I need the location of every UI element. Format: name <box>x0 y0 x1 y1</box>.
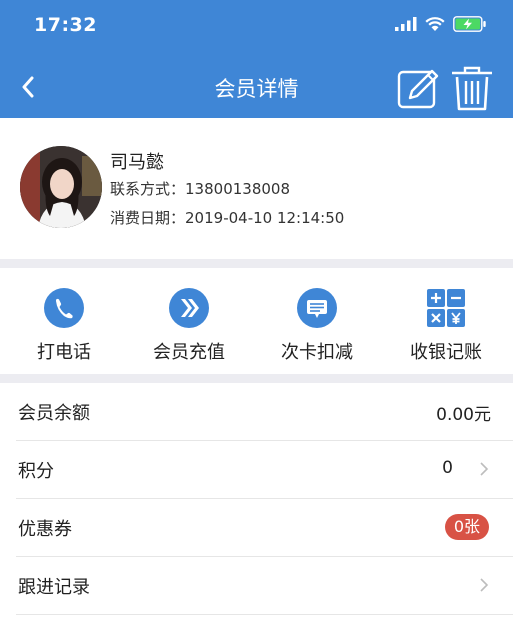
recharge-button[interactable]: 会员充值 <box>125 268 253 374</box>
recharge-icon <box>169 288 209 328</box>
chevron-right-icon <box>480 578 489 592</box>
delete-button[interactable] <box>450 66 494 112</box>
coupon-count-badge: 0张 <box>444 514 489 540</box>
followup-label: 跟进记录 <box>18 577 90 598</box>
chevron-right-icon <box>480 462 489 476</box>
status-icons <box>395 16 487 32</box>
points-label: 积分 <box>18 461 54 482</box>
battery-charging-icon <box>453 16 486 32</box>
nav-header: 17:32 会员详情 <box>0 0 513 118</box>
signal-icon <box>395 17 417 31</box>
balance-value: 0.00元 <box>436 405 491 425</box>
coupons-label: 优惠券 <box>18 519 72 540</box>
avatar-photo <box>20 146 102 228</box>
date-label: 消费日期： <box>110 209 186 227</box>
trash-icon <box>452 66 492 111</box>
card-deduct-icon <box>297 288 337 328</box>
avatar <box>20 146 102 228</box>
phone-icon <box>44 288 84 328</box>
cashier-label: 收银记账 <box>410 342 482 363</box>
phone-number: 13800138008 <box>185 180 290 198</box>
contact-info: 联系方式：13800138008 <box>110 178 290 199</box>
card-deduct-label: 次卡扣减 <box>281 342 353 363</box>
member-profile-card: 司马懿 联系方式：13800138008 消费日期：2019-04-10 12:… <box>0 118 513 259</box>
call-label: 打电话 <box>37 342 91 363</box>
calculator-icon <box>427 289 465 327</box>
contact-label: 联系方式： <box>110 180 186 198</box>
recharge-label: 会员充值 <box>153 342 225 363</box>
date-value: 2019-04-10 12:14:50 <box>185 209 345 227</box>
card-deduct-button[interactable]: 次卡扣减 <box>253 268 381 374</box>
member-name: 司马懿 <box>110 152 164 173</box>
quick-actions: 打电话 会员充值 次卡扣减 收银记账 <box>0 268 513 374</box>
followup-row[interactable]: 跟进记录 <box>0 557 513 615</box>
call-button[interactable]: 打电话 <box>0 268 128 374</box>
edit-button[interactable] <box>396 66 442 112</box>
balance-label: 会员余额 <box>18 403 90 424</box>
member-info-list: 会员余额 0.00元 积分 0 优惠券 0张 跟进记录 <box>0 383 513 638</box>
coupons-row[interactable]: 优惠券 0张 <box>0 499 513 557</box>
edit-icon <box>397 69 439 109</box>
points-value: 0 <box>442 458 453 478</box>
consumption-date: 消费日期：2019-04-10 12:14:50 <box>110 207 344 228</box>
cashier-button[interactable]: 收银记账 <box>382 268 510 374</box>
points-row[interactable]: 积分 0 <box>0 441 513 499</box>
status-time: 17:32 <box>34 14 97 36</box>
balance-row: 会员余额 0.00元 <box>0 383 513 441</box>
wifi-icon <box>425 16 445 31</box>
divider <box>16 614 513 615</box>
